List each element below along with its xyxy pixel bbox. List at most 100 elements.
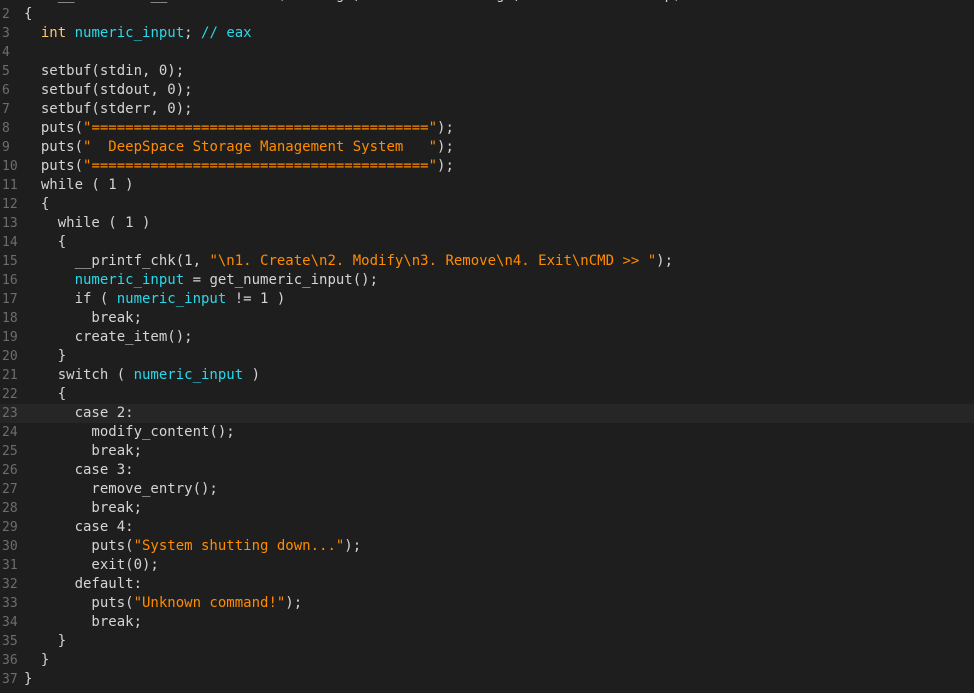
code-line[interactable]: 20 } <box>0 347 974 366</box>
code-text[interactable]: break; <box>24 499 142 518</box>
code-text[interactable]: modify_content(); <box>24 423 235 442</box>
code-token: { <box>24 234 67 250</box>
code-text[interactable]: numeric_input = get_numeric_input(); <box>24 271 378 290</box>
code-token: exit(0); <box>24 557 159 573</box>
code-token: } <box>24 671 33 687</box>
code-text[interactable]: case 3: <box>24 461 134 480</box>
code-text[interactable]: puts("System shutting down..."); <box>24 537 361 556</box>
code-text[interactable]: if ( numeric_input != 1 ) <box>24 290 286 309</box>
code-token: numeric_input <box>74 25 185 41</box>
code-token: ); <box>285 595 303 611</box>
code-text[interactable]: setbuf(stderr, 0); <box>24 100 193 119</box>
code-text[interactable]: } <box>24 651 49 670</box>
line-number: 24 <box>2 425 18 440</box>
code-text[interactable]: puts(" DeepSpace Storage Management Syst… <box>24 138 454 157</box>
code-line[interactable]: 24 modify_content(); <box>0 423 974 442</box>
code-token: case 3: <box>24 462 134 478</box>
code-text[interactable]: int __fastcall __noreturn main(int argc,… <box>24 0 682 5</box>
code-line[interactable]: 33 puts("Unknown command!"); <box>0 594 974 613</box>
code-line[interactable]: 16 numeric_input = get_numeric_input(); <box>0 271 974 290</box>
code-token: **envp) <box>614 0 682 3</box>
code-line[interactable]: 27 remove_entry(); <box>0 480 974 499</box>
code-text[interactable]: break; <box>24 309 142 328</box>
code-text[interactable]: setbuf(stdin, 0); <box>24 62 184 81</box>
code-line[interactable]: 8 puts("================================… <box>0 119 974 138</box>
code-token: } <box>24 652 50 668</box>
code-line[interactable]: 17 if ( numeric_input != 1 ) <box>0 290 974 309</box>
code-line[interactable]: 15 __printf_chk(1, "\n1. Create\n2. Modi… <box>0 252 974 271</box>
code-line[interactable]: 30 puts("System shutting down..."); <box>0 537 974 556</box>
code-token: modify_content(); <box>24 424 235 440</box>
code-text[interactable]: case 4: <box>24 518 134 537</box>
code-token: { <box>24 386 67 402</box>
code-text[interactable]: setbuf(stdout, 0); <box>24 81 193 100</box>
code-line[interactable]: 28 break; <box>0 499 974 518</box>
code-line[interactable]: 34 break; <box>0 613 974 632</box>
code-text[interactable]: { <box>24 233 66 252</box>
code-text[interactable]: exit(0); <box>24 556 159 575</box>
code-line[interactable]: 31 exit(0); <box>0 556 974 575</box>
code-lines[interactable]: 1int __fastcall __noreturn main(int argc… <box>0 0 974 689</box>
code-token: ); <box>437 139 454 155</box>
code-token: " DeepSpace Storage Management System " <box>83 139 438 155</box>
code-line[interactable]: 25 break; <box>0 442 974 461</box>
code-text[interactable]: puts("Unknown command!"); <box>24 594 302 613</box>
code-text[interactable]: while ( 1 ) <box>24 214 151 233</box>
code-token: int <box>24 0 49 3</box>
code-line[interactable]: 11 while ( 1 ) <box>0 176 974 195</box>
code-token: const char <box>370 0 454 3</box>
code-line[interactable]: 18 break; <box>0 309 974 328</box>
code-text[interactable]: switch ( numeric_input ) <box>24 366 260 385</box>
line-number: 36 <box>2 653 18 668</box>
code-text[interactable]: remove_entry(); <box>24 480 217 499</box>
code-text[interactable]: } <box>24 347 66 366</box>
code-line[interactable]: 4 <box>0 43 974 62</box>
code-line[interactable]: 35 } <box>0 632 974 651</box>
code-line[interactable]: 19 create_item(); <box>0 328 974 347</box>
code-text[interactable]: default: <box>24 575 142 594</box>
code-text[interactable]: { <box>24 195 49 214</box>
code-line[interactable]: 26 case 3: <box>0 461 974 480</box>
code-line[interactable]: 36 } <box>0 651 974 670</box>
code-token: = get_numeric_input(); <box>184 272 379 288</box>
code-line[interactable]: 14 { <box>0 233 974 252</box>
code-text[interactable]: __printf_chk(1, "\n1. Create\n2. Modify\… <box>24 252 673 271</box>
code-line[interactable]: 5 setbuf(stdin, 0); <box>0 62 974 81</box>
code-token: switch ( <box>24 367 134 383</box>
code-line[interactable]: 37} <box>0 670 974 689</box>
code-text[interactable]: int numeric_input; // eax <box>24 24 252 43</box>
code-token: != 1 ) <box>226 291 286 307</box>
line-number: 32 <box>2 577 18 592</box>
code-text[interactable]: case 2: <box>24 404 134 423</box>
code-token: "Unknown command!" <box>133 595 286 611</box>
code-line[interactable]: 6 setbuf(stdout, 0); <box>0 81 974 100</box>
code-line[interactable]: 3 int numeric_input; // eax <box>0 24 974 43</box>
code-line[interactable]: 9 puts(" DeepSpace Storage Management Sy… <box>0 138 974 157</box>
code-text[interactable]: puts("==================================… <box>24 119 454 138</box>
code-line[interactable]: 29 case 4: <box>0 518 974 537</box>
code-line[interactable]: 23 case 2: <box>0 404 974 423</box>
line-number: 27 <box>2 482 18 497</box>
code-text[interactable]: { <box>24 385 66 404</box>
code-text[interactable]: puts("==================================… <box>24 157 454 176</box>
code-editor[interactable]: 1int __fastcall __noreturn main(int argc… <box>0 0 974 693</box>
code-text[interactable]: } <box>24 632 66 651</box>
code-line[interactable]: 7 setbuf(stderr, 0); <box>0 100 974 119</box>
code-token: case 2: <box>24 405 134 421</box>
code-line[interactable]: 12 { <box>0 195 974 214</box>
code-line[interactable]: 32 default: <box>0 575 974 594</box>
code-line[interactable]: 13 while ( 1 ) <box>0 214 974 233</box>
code-line[interactable]: 21 switch ( numeric_input ) <box>0 366 974 385</box>
code-text[interactable]: break; <box>24 613 142 632</box>
code-text[interactable]: while ( 1 ) <box>24 176 134 195</box>
code-text[interactable]: break; <box>24 442 142 461</box>
code-text[interactable]: } <box>24 670 32 689</box>
code-line[interactable]: 2{ <box>0 5 974 24</box>
code-line[interactable]: 22 { <box>0 385 974 404</box>
code-token: int <box>285 0 310 3</box>
code-line[interactable]: 10 puts("===============================… <box>0 157 974 176</box>
code-text[interactable]: { <box>24 5 32 24</box>
code-token: if ( <box>24 291 117 307</box>
code-text[interactable]: create_item(); <box>24 328 193 347</box>
